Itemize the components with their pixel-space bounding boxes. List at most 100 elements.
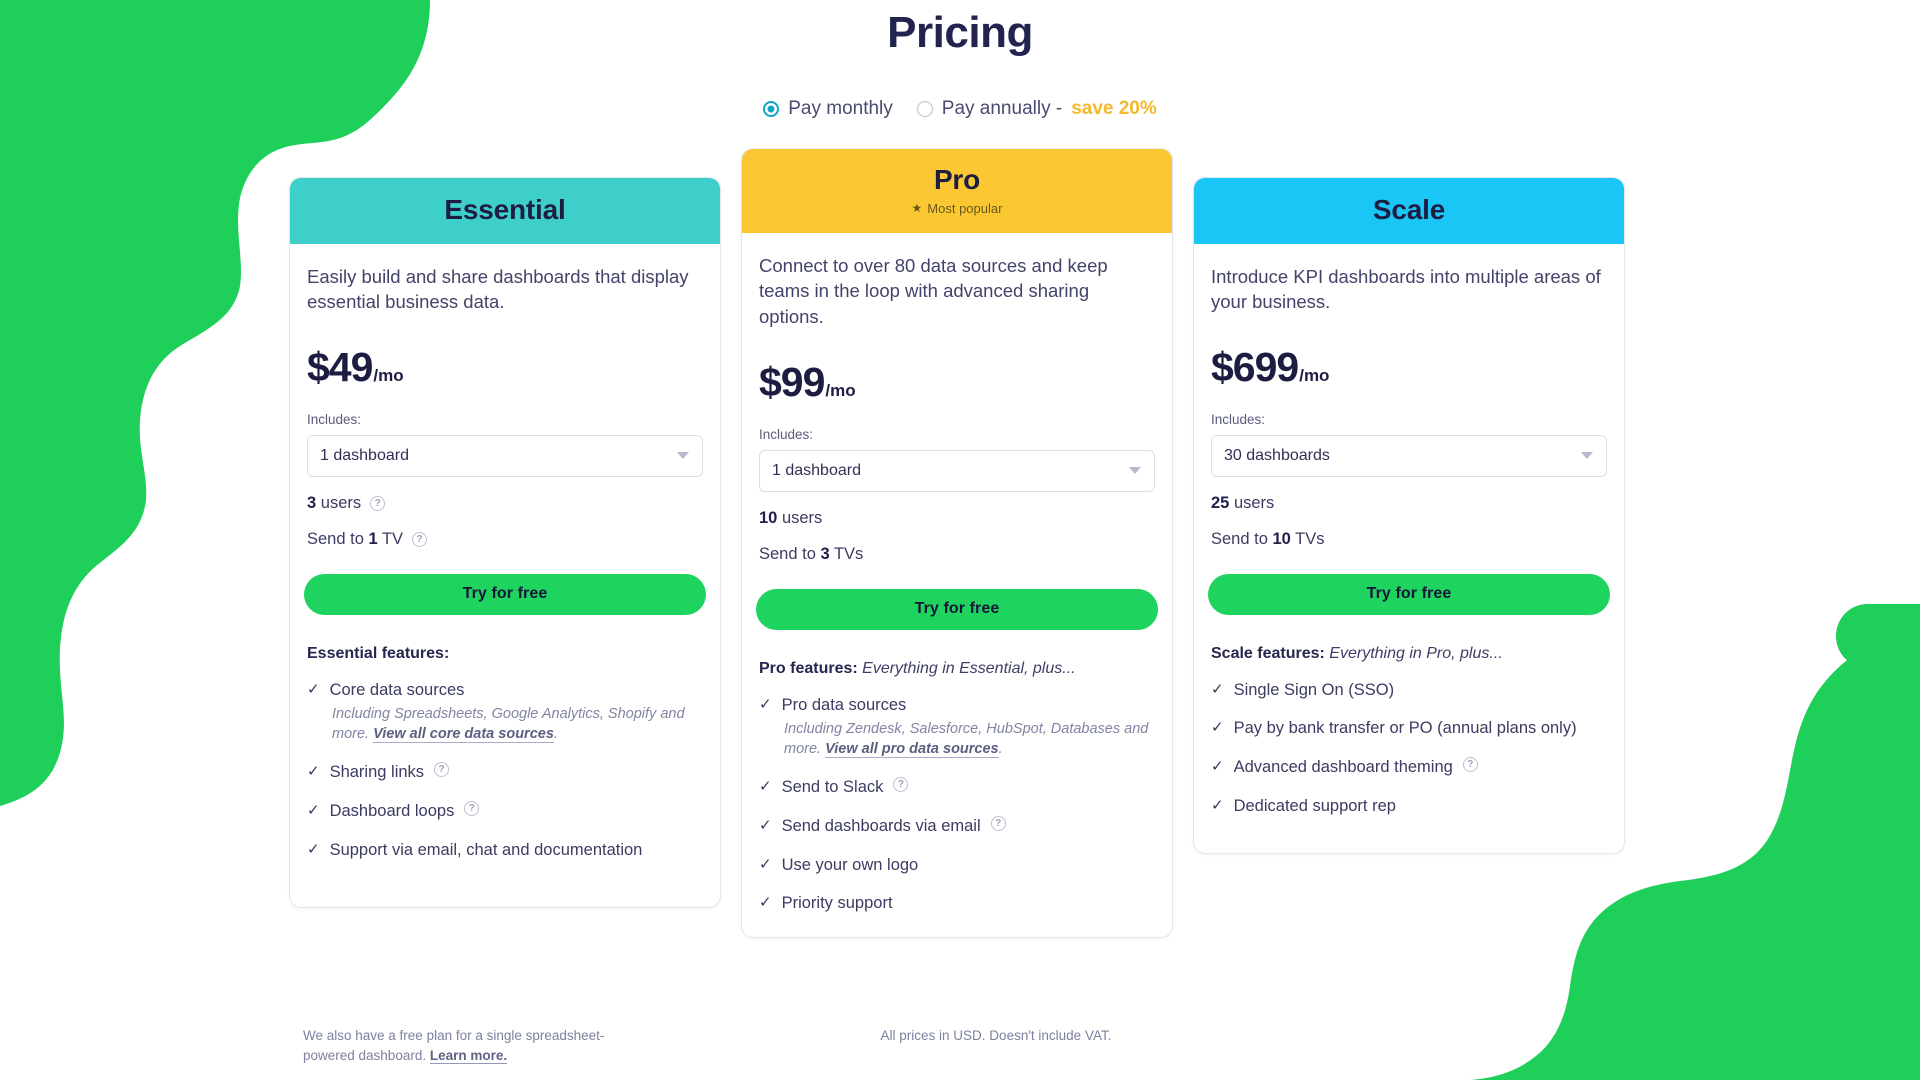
check-icon: ✓: [307, 680, 320, 698]
help-icon[interactable]: ?: [412, 531, 428, 547]
users-quota-scale: 25 users: [1211, 494, 1607, 513]
features-title-bold-pro: Pro features:: [759, 659, 858, 677]
feature-item: ✓ Priority support: [759, 893, 1155, 914]
tv-suffix-essential: TV: [381, 529, 404, 548]
tv-suffix-pro: TVs: [833, 544, 864, 563]
feature-label: Support via email, chat and documentatio…: [329, 840, 643, 859]
feature-item: ✓ Send to Slack ?: [759, 777, 1155, 798]
plan-description-scale: Introduce KPI dashboards into multiple a…: [1211, 265, 1601, 313]
help-icon[interactable]: ?: [1462, 757, 1478, 773]
check-icon: ✓: [759, 778, 772, 796]
help-icon[interactable]: ?: [990, 816, 1006, 832]
check-icon: ✓: [307, 763, 320, 781]
plan-name-essential: Essential: [444, 194, 566, 225]
includes-label-scale: Includes:: [1211, 411, 1266, 427]
plan-description-essential: Easily build and share dashboards that d…: [307, 265, 689, 313]
dashboard-count-select-scale[interactable]: 30 dashboards: [1211, 434, 1607, 477]
check-icon: ✓: [307, 802, 320, 820]
tv-count-pro: 3: [820, 544, 830, 563]
features-title-bold-essential: Essential features:: [307, 644, 450, 662]
price-row-scale: $699 /mo: [1211, 344, 1607, 391]
pricing-card-deck: Essential Easily build and share dashboa…: [0, 148, 1920, 938]
users-suffix-scale: users: [1233, 493, 1275, 512]
dashboard-count-select-pro[interactable]: 1 dashboard: [759, 449, 1155, 492]
users-suffix-essential: users: [320, 493, 362, 512]
users-quota-essential: 3 users ?: [307, 494, 703, 513]
price-amount-essential: $49: [307, 343, 373, 390]
feature-item: ✓ Dashboard loops ?: [307, 801, 703, 822]
feature-label: Use your own logo: [781, 855, 919, 874]
price-amount-scale: $699: [1211, 343, 1299, 390]
plan-description-pro: Connect to over 80 data sources and keep…: [759, 254, 1108, 327]
check-icon: ✓: [1211, 719, 1224, 737]
radio-annual-icon[interactable]: [916, 101, 933, 117]
card-header-scale: Scale: [1194, 178, 1624, 244]
card-body-pro: Connect to over 80 data sources and keep…: [742, 233, 1172, 564]
tv-quota-scale: Send to 10 TVs: [1211, 530, 1607, 549]
users-count-essential: 3: [307, 493, 317, 512]
learn-more-link[interactable]: Learn more.: [429, 1047, 508, 1064]
radio-monthly-icon[interactable]: [763, 101, 780, 117]
most-popular-label: Most popular: [927, 200, 1003, 216]
features-title-pro: Pro features: Everything in Essential, p…: [759, 660, 1155, 678]
help-icon[interactable]: ?: [434, 762, 450, 778]
radio-option-annual[interactable]: Pay annually - save 20%: [916, 98, 1157, 120]
dashboard-count-value-scale: 30 dashboards: [1224, 446, 1330, 464]
chevron-down-icon[interactable]: [1581, 452, 1593, 460]
check-icon: ✓: [759, 695, 772, 713]
feature-item: ✓ Pay by bank transfer or PO (annual pla…: [1211, 718, 1607, 739]
feature-label: Single Sign On (SSO): [1233, 680, 1395, 699]
help-icon[interactable]: ?: [464, 801, 480, 817]
check-icon: ✓: [759, 817, 772, 835]
users-count-scale: 25: [1211, 493, 1230, 512]
features-title-bold-scale: Scale features:: [1211, 644, 1325, 662]
try-for-free-button-pro[interactable]: Try for free: [756, 588, 1158, 630]
help-icon[interactable]: ?: [370, 495, 386, 511]
try-for-free-button-scale[interactable]: Try for free: [1208, 573, 1610, 615]
feature-item: ✓ Dedicated support rep: [1211, 796, 1607, 817]
most-popular-badge: ★ Most popular: [742, 201, 1172, 216]
feature-item: ✓ Pro data sources Including Zendesk, Sa…: [759, 695, 1155, 760]
feature-label: Sharing links: [329, 763, 425, 782]
feature-label: Dashboard loops: [329, 802, 455, 821]
star-icon: ★: [911, 201, 923, 216]
feature-item: ✓ Support via email, chat and documentat…: [307, 840, 703, 861]
chevron-down-icon[interactable]: [1129, 467, 1141, 475]
radio-annual-label: Pay annually -: [941, 98, 1063, 119]
help-icon[interactable]: ?: [893, 777, 909, 793]
feature-label: Dedicated support rep: [1233, 796, 1396, 815]
pricing-card-scale: Scale Introduce KPI dashboards into mult…: [1193, 177, 1625, 854]
dashboard-count-value-essential: 1 dashboard: [320, 446, 409, 464]
price-amount-pro: $99: [759, 358, 825, 405]
tv-prefix-scale: Send to: [1211, 529, 1273, 548]
check-icon: ✓: [759, 855, 772, 873]
chevron-down-icon[interactable]: [677, 452, 689, 460]
radio-option-monthly[interactable]: Pay monthly: [763, 98, 893, 120]
features-pro: Pro features: Everything in Essential, p…: [742, 660, 1172, 937]
feature-label: Pay by bank transfer or PO (annual plans…: [1233, 719, 1577, 738]
feature-note: Including Zendesk, Salesforce, HubSpot, …: [784, 719, 1155, 759]
feature-note-link[interactable]: View all pro data sources: [825, 741, 999, 759]
feature-item: ✓ Single Sign On (SSO): [1211, 680, 1607, 701]
feature-item: ✓ Sharing links ?: [307, 762, 703, 783]
features-title-italic-scale: Everything in Pro, plus...: [1329, 644, 1503, 662]
feature-label: Send dashboards via email: [781, 817, 981, 836]
tv-quota-pro: Send to 3 TVs: [759, 545, 1155, 564]
tv-count-essential: 1: [368, 529, 378, 548]
billing-period-toggle[interactable]: Pay monthly Pay annually - save 20%: [0, 98, 1920, 120]
price-period-scale: /mo: [1299, 365, 1330, 385]
users-quota-pro: 10 users: [759, 509, 1155, 528]
feature-label: Send to Slack: [781, 778, 884, 797]
price-row-essential: $49 /mo: [307, 344, 703, 391]
try-for-free-button-essential[interactable]: Try for free: [304, 573, 706, 615]
plan-name-pro: Pro: [933, 164, 981, 195]
feature-list-essential: ✓ Core data sources Including Spreadshee…: [307, 680, 703, 861]
card-header-pro: Pro ★ Most popular: [742, 149, 1172, 233]
feature-note-suffix: .: [553, 726, 558, 743]
feature-note-link[interactable]: View all core data sources: [373, 726, 554, 744]
pricing-page: Pricing Pay monthly Pay annually - save …: [0, 0, 1920, 1080]
price-period-essential: /mo: [373, 365, 404, 385]
feature-item: ✓ Advanced dashboard theming ?: [1211, 757, 1607, 778]
pricing-card-essential: Essential Easily build and share dashboa…: [289, 177, 721, 908]
dashboard-count-select-essential[interactable]: 1 dashboard: [307, 434, 703, 477]
